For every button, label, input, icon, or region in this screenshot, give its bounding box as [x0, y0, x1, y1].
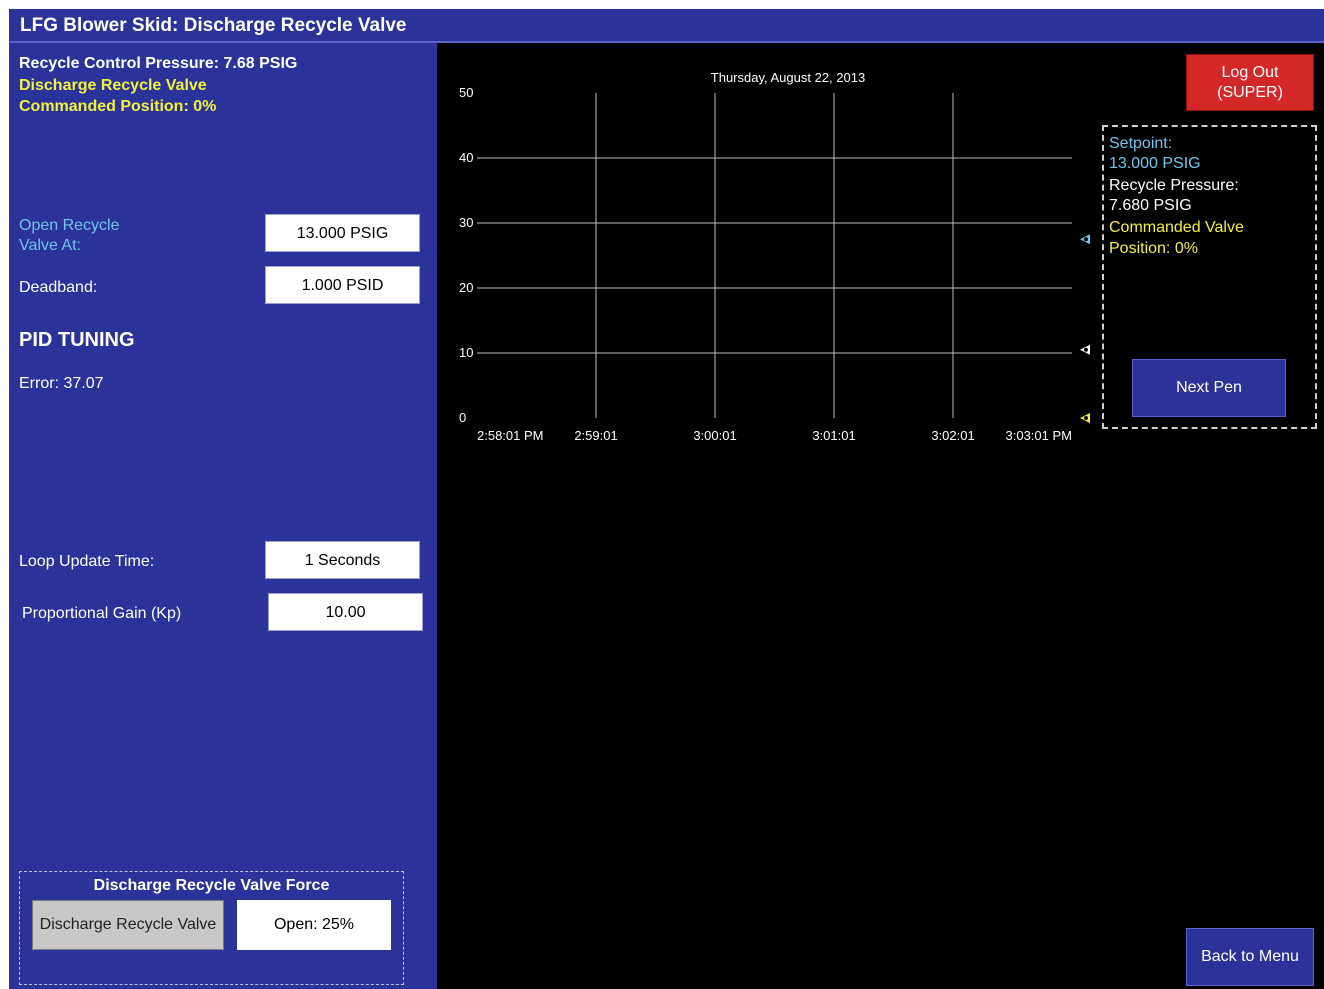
pen-marker-dot	[1084, 237, 1088, 242]
loop-update-field[interactable]: 1 Seconds	[265, 541, 420, 579]
valve-status-line2: Commanded Position: 0%	[19, 98, 217, 115]
open-at-field[interactable]: 13.000 PSIG	[265, 214, 420, 252]
y-tick-label: 0	[459, 410, 466, 425]
window-title: LFG Blower Skid: Discharge Recycle Valve	[20, 15, 407, 36]
open-at-label: Open Recycle Valve At:	[19, 217, 120, 254]
error-readout: Error: 37.07	[19, 375, 104, 392]
y-tick-label: 20	[459, 280, 473, 295]
y-tick-label: 40	[459, 150, 473, 165]
force-value-field[interactable]: Open: 25%	[237, 900, 391, 950]
logout-button[interactable]: Log Out (SUPER)	[1186, 54, 1314, 111]
chart-title: Thursday, August 22, 2013	[711, 70, 865, 85]
legend-pressure-value: 7.680 PSIG	[1109, 197, 1192, 214]
next-pen-button[interactable]: Next Pen	[1132, 359, 1286, 417]
y-tick-label: 50	[459, 85, 473, 100]
pen-marker-dot	[1084, 347, 1088, 352]
valve-force-title: Discharge Recycle Valve Force	[93, 877, 330, 894]
x-tick-label: 3:01:01	[812, 428, 855, 443]
force-valve-button[interactable]: Discharge Recycle Valve	[32, 900, 224, 950]
x-tick-label: 2:58:01 PM	[477, 428, 544, 443]
legend-valve-label: Commanded Valve	[1109, 219, 1244, 236]
loop-update-label: Loop Update Time:	[19, 553, 155, 570]
x-tick-label: 2:59:01	[574, 428, 617, 443]
logout-user-label: (SUPER)	[1217, 84, 1283, 101]
kp-field[interactable]: 10.00	[268, 593, 423, 631]
x-tick-label: 3:02:01	[931, 428, 974, 443]
pen-legend: Setpoint: 13.000 PSIG Recycle Pressure: …	[1102, 125, 1317, 429]
deadband-field[interactable]: 1.000 PSID	[265, 266, 420, 304]
pid-tuning-heading: PID TUNING	[19, 329, 135, 351]
legend-setpoint-label: Setpoint:	[1109, 135, 1173, 152]
kp-label: Proportional Gain (Kp)	[22, 605, 182, 622]
trend-chart: 0 10 20 30 40 50 2:58:01 PM 2:59:01 3:00:01 3:01…	[459, 70, 1090, 443]
y-tick-label: 30	[459, 215, 473, 230]
legend-valve-value: Position: 0%	[1109, 240, 1198, 257]
trend-panel: 0 10 20 30 40 50 2:58:01 PM 2:59:01 3:00:01 3:01…	[437, 43, 1324, 989]
legend-setpoint-value: 13.000 PSIG	[1109, 155, 1201, 172]
logout-label: Log Out	[1221, 64, 1279, 81]
back-to-menu-button[interactable]: Back to Menu	[1186, 928, 1314, 986]
x-tick-label: 3:00:01	[693, 428, 736, 443]
control-pressure-readout: Recycle Control Pressure: 7.68 PSIG	[19, 55, 298, 72]
x-tick-label: 3:03:01 PM	[1006, 428, 1073, 443]
valve-status-line1: Discharge Recycle Valve	[19, 77, 207, 94]
title-bar: LFG Blower Skid: Discharge Recycle Valve	[9, 9, 1324, 43]
deadband-label: Deadband:	[19, 279, 98, 296]
pen-marker-dot	[1084, 416, 1088, 420]
valve-force-group: Discharge Recycle Valve Force Discharge …	[19, 871, 404, 985]
y-tick-label: 10	[459, 345, 473, 360]
legend-pressure-label: Recycle Pressure:	[1109, 177, 1239, 194]
left-panel: Recycle Control Pressure: 7.68 PSIG Disc…	[9, 43, 437, 989]
